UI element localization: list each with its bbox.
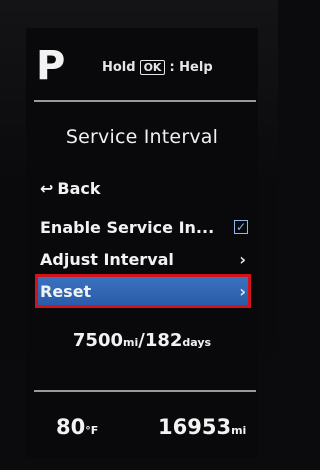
back-arrow-icon: ↩ xyxy=(40,178,54,198)
menu-item-adjust-interval[interactable]: Adjust Interval › xyxy=(40,246,248,272)
odometer: 16953mi xyxy=(158,415,246,439)
ok-key-icon: OK xyxy=(139,60,166,75)
interval-separator: / xyxy=(138,330,145,351)
help-hint-prefix: Hold xyxy=(102,60,136,75)
page-title: Service Interval xyxy=(65,126,219,148)
chevron-right-icon: › xyxy=(239,249,246,269)
odometer-unit: mi xyxy=(231,424,247,437)
instrument-screen: P Hold OK : Help Service Interval ↩ Back… xyxy=(26,28,258,458)
interval-time-unit: days xyxy=(182,336,212,349)
chevron-right-icon: › xyxy=(239,281,246,301)
back-button[interactable]: ↩ Back xyxy=(40,175,248,201)
display-frame: P Hold OK : Help Service Interval ↩ Back… xyxy=(0,0,278,470)
help-hint: Hold OK : Help xyxy=(102,60,213,75)
outside-temperature: 80°F xyxy=(56,415,98,439)
menu-item-label: Adjust Interval xyxy=(40,249,174,269)
checkbox-checked-icon[interactable]: ✓ xyxy=(234,220,248,234)
menu-item-label: Reset xyxy=(40,281,92,301)
menu-item-enable-service-interval[interactable]: Enable Service In... ✓ xyxy=(40,214,248,240)
bottom-divider xyxy=(34,390,256,392)
gear-indicator: P xyxy=(36,43,66,89)
top-divider xyxy=(34,100,256,102)
interval-distance: 7500 xyxy=(72,330,124,351)
temperature-value: 80 xyxy=(56,415,86,439)
back-label: Back xyxy=(57,178,101,198)
odometer-value: 16953 xyxy=(158,415,232,439)
interval-time: 182 xyxy=(144,330,183,351)
help-hint-suffix: : Help xyxy=(169,60,213,75)
temperature-unit: °F xyxy=(85,424,99,437)
interval-value: 7500mi/182days xyxy=(26,330,258,351)
menu-item-label: Enable Service In... xyxy=(40,217,215,237)
menu-item-reset[interactable]: Reset › xyxy=(40,278,248,304)
interval-distance-unit: mi xyxy=(123,336,139,349)
